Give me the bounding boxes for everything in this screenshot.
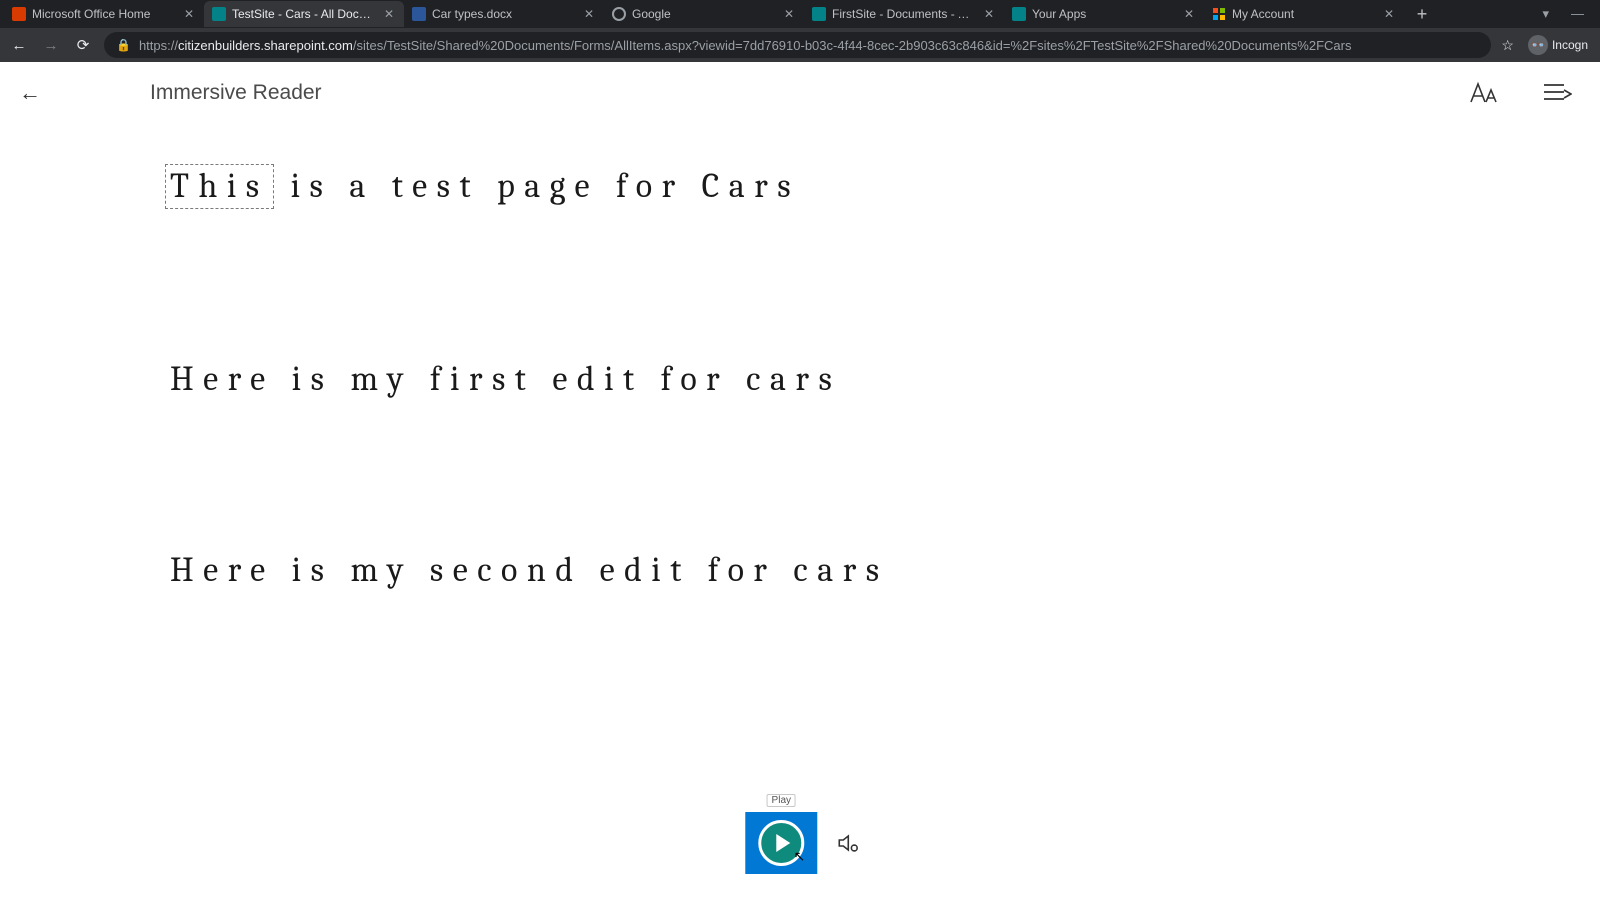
grammar-options-button[interactable]	[1542, 80, 1572, 106]
tab-strip: Microsoft Office Home ✕ TestSite - Cars …	[0, 0, 1600, 28]
sharepoint-icon	[812, 7, 826, 21]
tab-title: Microsoft Office Home	[32, 7, 176, 21]
reader-title: Immersive Reader	[150, 81, 322, 105]
voice-settings-button[interactable]	[835, 831, 859, 855]
incognito-indicator[interactable]: 👓 Incogn	[1528, 35, 1588, 55]
tab-firstsite-docs[interactable]: FirstSite - Documents - All Docu ✕	[804, 1, 1004, 27]
reader-paragraph: This is a test page for Cars	[170, 164, 1430, 209]
sharepoint-icon	[1012, 7, 1026, 21]
tab-search-icon[interactable]: ▾	[1542, 6, 1549, 22]
new-tab-button[interactable]: +	[1410, 4, 1434, 25]
close-icon[interactable]: ✕	[982, 7, 996, 21]
tab-title: Car types.docx	[432, 7, 576, 21]
close-icon[interactable]: ✕	[382, 7, 396, 21]
reader-paragraph: Here is my second edit for cars	[170, 550, 1430, 591]
tab-google[interactable]: Google ✕	[604, 1, 804, 27]
focused-word: This	[165, 164, 274, 209]
reader-back-button[interactable]: ←	[10, 80, 50, 106]
lock-icon: 🔒	[116, 38, 131, 52]
reader-playback-controls: Play ↖	[745, 812, 859, 874]
sharepoint-icon	[212, 7, 226, 21]
cursor-icon: ↖	[794, 848, 806, 865]
tab-title: FirstSite - Documents - All Docu	[832, 7, 976, 21]
bookmark-icon[interactable]: ☆	[1501, 37, 1514, 54]
reader-paragraph: Here is my first edit for cars	[170, 359, 1430, 400]
close-icon[interactable]: ✕	[582, 7, 596, 21]
tab-title: My Account	[1232, 7, 1376, 21]
tab-car-types-doc[interactable]: Car types.docx ✕	[404, 1, 604, 27]
text-preferences-button[interactable]	[1468, 80, 1498, 106]
nav-forward-icon[interactable]: →	[40, 37, 62, 54]
incognito-label: Incogn	[1552, 38, 1588, 52]
reader-tools	[1468, 80, 1590, 106]
play-icon: ↖	[758, 820, 804, 866]
word-icon	[412, 7, 426, 21]
google-icon	[612, 7, 626, 21]
office-icon	[12, 7, 26, 21]
tab-testsite-cars[interactable]: TestSite - Cars - All Documents ✕	[204, 1, 404, 27]
ms-icon	[1212, 7, 1226, 21]
tab-my-account[interactable]: My Account ✕	[1204, 1, 1404, 27]
tab-title: Your Apps	[1032, 7, 1176, 21]
address-bar: ← → ⟳ 🔒 https://citizenbuilders.sharepoi…	[0, 28, 1600, 62]
close-icon[interactable]: ✕	[1182, 7, 1196, 21]
close-icon[interactable]: ✕	[182, 7, 196, 21]
minimize-icon[interactable]: —	[1571, 6, 1584, 22]
tab-office-home[interactable]: Microsoft Office Home ✕	[4, 1, 204, 27]
close-icon[interactable]: ✕	[1382, 7, 1396, 21]
reload-icon[interactable]: ⟳	[72, 36, 94, 54]
url-text: https://citizenbuilders.sharepoint.com/s…	[139, 38, 1352, 53]
paragraph-rest: is a test page for Cars	[291, 166, 801, 206]
incognito-icon: 👓	[1528, 35, 1548, 55]
nav-back-icon[interactable]: ←	[8, 37, 30, 54]
tab-title: Google	[632, 7, 776, 21]
omnibox[interactable]: 🔒 https://citizenbuilders.sharepoint.com…	[104, 32, 1491, 58]
close-icon[interactable]: ✕	[782, 7, 796, 21]
tab-your-apps[interactable]: Your Apps ✕	[1004, 1, 1204, 27]
play-button[interactable]: ↖	[745, 812, 817, 874]
reader-content: This is a test page for Cars Here is my …	[0, 124, 1600, 590]
reader-header: ← Immersive Reader	[0, 62, 1600, 124]
play-tooltip: Play	[767, 794, 796, 807]
tab-title: TestSite - Cars - All Documents	[232, 7, 376, 21]
window-controls: ▾ —	[1542, 6, 1596, 22]
